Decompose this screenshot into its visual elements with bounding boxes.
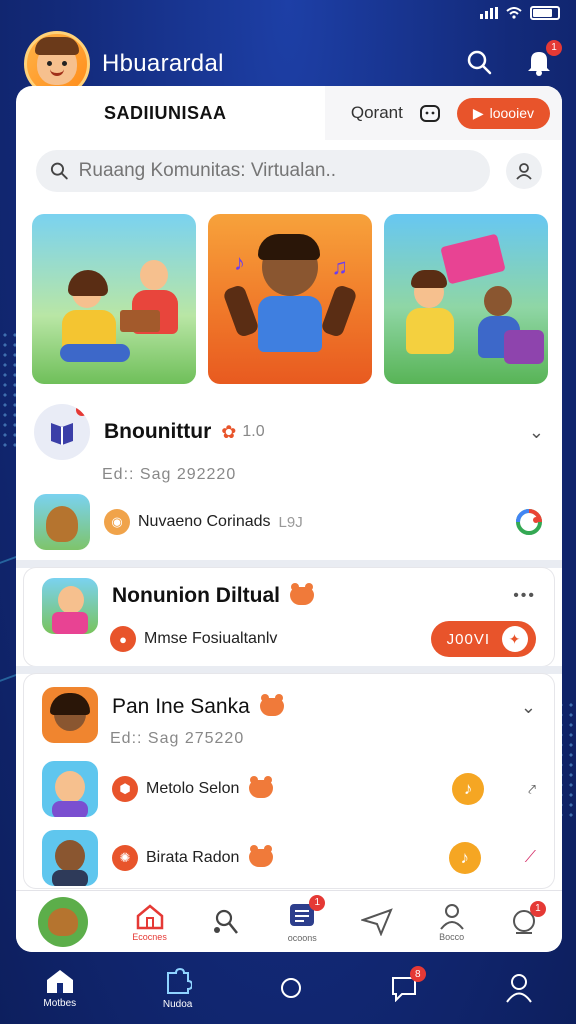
bear-emoji-icon [289, 583, 314, 605]
search-button[interactable] [466, 49, 492, 80]
more-icon[interactable]: ••• [513, 587, 536, 605]
girl-avatar [42, 687, 98, 743]
puzzle-icon [166, 967, 192, 994]
search-icon [467, 50, 492, 74]
music-note-icon: ♪ [463, 779, 473, 798]
featured-cards: ♪ ♫ [32, 214, 548, 384]
virtual-item-label: Mmse Fosiualtanlv [144, 630, 278, 647]
pane-item-label: Birata Radon [146, 849, 240, 866]
card-tab-bar: Ecocnes 1 ocoons Bocco 1 [16, 890, 562, 952]
featured-card-music[interactable]: ♪ ♫ [208, 214, 372, 384]
collapse-icon[interactable]: ⌄ [521, 697, 536, 718]
search-field[interactable] [36, 150, 490, 192]
pen-icon[interactable]: ⟋ [525, 849, 536, 867]
search-input[interactable] [78, 160, 476, 182]
bear-emoji-icon [249, 776, 274, 798]
community-date: Ed:: Sag 292220 [102, 466, 237, 483]
bottom-nav: Motbes Nudoa 8 [0, 952, 576, 1024]
nav-profile[interactable] [505, 973, 533, 1003]
house-tree-icon [136, 903, 163, 929]
person-icon [516, 163, 532, 180]
battery-icon [530, 6, 560, 20]
community-logo [34, 404, 90, 460]
nav-puzzle[interactable]: Nudoa [163, 967, 192, 1010]
divider [16, 666, 562, 674]
notification-button[interactable]: 1 [526, 39, 562, 81]
badge-icon: ✿ [221, 421, 237, 442]
tab-bocco[interactable]: Bocco [438, 902, 466, 942]
book-icon [51, 423, 73, 445]
grant-label: Qorant [350, 103, 403, 122]
music-note-icon: ♫ [331, 254, 349, 279]
pane-item-label: Metolo Selon [146, 780, 240, 797]
circle-icon [281, 978, 302, 998]
nav-center[interactable] [279, 976, 303, 1000]
virtual-name: Nonunion Diltual [112, 584, 280, 607]
profile-filter-button[interactable] [506, 153, 542, 189]
status-bar [480, 6, 560, 20]
main-card: SADIIUNISAA Qorant ▶ loooiev Ruaang Komu… [16, 86, 562, 952]
owl-icon: ◉ [104, 509, 130, 535]
tab-ocoons[interactable]: 1 ocoons [287, 894, 326, 943]
apple-icon: ● [110, 626, 136, 652]
boy-avatar [42, 761, 98, 817]
pane-date: Ed:: Sag 275220 [110, 730, 245, 747]
community-rating: 1.0 [242, 423, 265, 440]
community-name: Bnounittur [104, 420, 212, 443]
send-icon [361, 907, 394, 936]
tab-ecocnes[interactable]: Ecocnes [132, 902, 167, 942]
compass-icon: ✦ [502, 626, 528, 652]
star-icon: ✺ [112, 845, 138, 871]
bear-thumbnail [34, 494, 90, 550]
nav-home[interactable]: Motbes [43, 968, 76, 1009]
music-button[interactable]: ♪ [452, 773, 485, 805]
tab-send[interactable] [361, 907, 394, 936]
shield-icon: ⬢ [112, 776, 138, 802]
play-icon: ▶ [472, 104, 484, 121]
nav-messages[interactable]: 8 [390, 966, 426, 1002]
section-title: SADIIUNISAA [104, 102, 227, 123]
pane-name: Pan Ine Sanka [112, 695, 250, 718]
boy-avatar [42, 830, 98, 886]
music-button[interactable]: ♪ [448, 842, 481, 874]
tab-avatar[interactable] [38, 896, 89, 947]
tab-people-search[interactable] [211, 906, 243, 938]
community-section: Bnounittur ✿ 1.0 ⌄ Ed:: Sag 292220 ◉ Nuv… [16, 404, 562, 560]
user-icon [505, 974, 532, 1003]
virtual-thumbnail [42, 578, 98, 634]
featured-card-band[interactable] [384, 214, 548, 384]
virtual-room-card[interactable]: Nonunion Diltual ••• ● Mmse Fosiualtanlv… [24, 568, 554, 666]
camera-icon[interactable] [419, 102, 441, 124]
google-icon[interactable] [514, 507, 544, 537]
list-item[interactable]: ✺ Birata Radon ♪ ⟋ [24, 824, 554, 892]
list-item[interactable]: ⬢ Metolo Selon ♪ ⤤ [24, 754, 554, 824]
divider [16, 560, 562, 568]
action-button[interactable]: ▶ loooiev [456, 97, 550, 129]
community-item-meta: L9J [278, 513, 303, 531]
bear-emoji-icon [259, 694, 284, 716]
pane-card: Pan Ine Sanka ⌄ Ed:: Sag 275220 ⬢ Metolo… [24, 674, 554, 888]
person-icon [439, 903, 464, 930]
people-search-icon [214, 909, 239, 934]
wifi-icon [506, 7, 522, 19]
tab-globe[interactable]: 1 [510, 900, 546, 937]
community-item-label: Nuvaeno Corinads [138, 513, 271, 530]
tools-icon[interactable]: ⤤ [528, 781, 536, 798]
join-button[interactable]: J00VI ✦ [430, 621, 536, 657]
bear-emoji-icon [249, 845, 274, 867]
collapse-icon[interactable]: ⌄ [529, 422, 544, 443]
music-note-icon: ♪ [460, 848, 470, 867]
app-title: Hbuarardal [102, 50, 224, 77]
notification-badge: 1 [546, 39, 562, 56]
music-note-icon: ♪ [234, 250, 245, 275]
search-icon [50, 162, 68, 180]
home-icon [46, 969, 73, 993]
signal-icon [480, 7, 498, 19]
featured-card-reading[interactable] [32, 214, 196, 384]
